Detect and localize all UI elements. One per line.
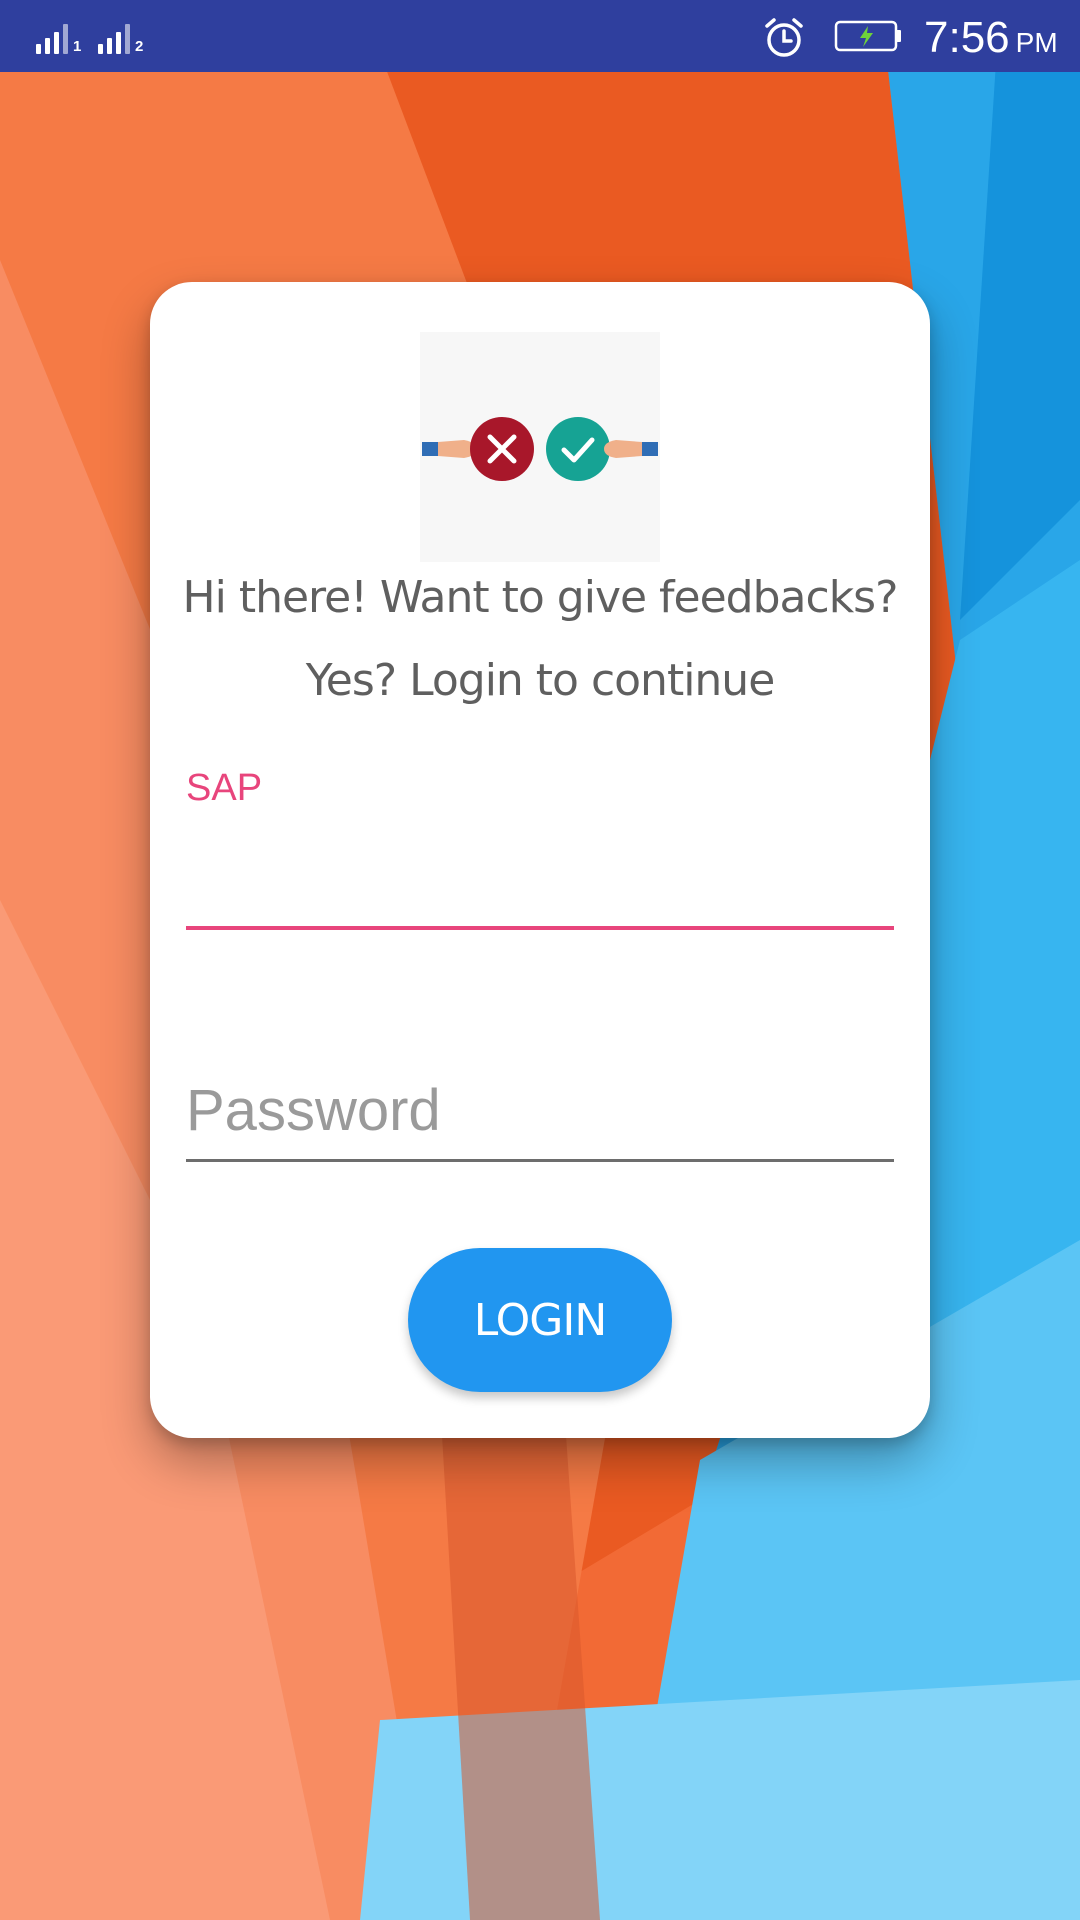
login-screen: 1 2 7:56 PM Hi there! Want to give feedb…	[0, 0, 1080, 1920]
login-button[interactable]: LOGIN	[408, 1248, 672, 1392]
login-card: Hi there! Want to give feedbacks? Yes? L…	[150, 282, 930, 1438]
feedback-yes-no-logo	[420, 332, 660, 562]
sim2-label: 2	[135, 38, 144, 55]
password-input[interactable]	[186, 1062, 894, 1162]
sap-input[interactable]	[186, 822, 894, 930]
alarm-clock-icon	[765, 18, 803, 57]
battery-charging-icon	[834, 20, 901, 52]
clock-time: 7:56	[924, 13, 1010, 62]
status-clock: 7:56 PM	[924, 10, 1058, 71]
status-bar: 1 2 7:56 PM	[0, 0, 1080, 72]
signal-strength-sim2-icon: 2	[98, 22, 143, 54]
headline-line-1: Hi there! Want to give feedbacks?	[182, 572, 899, 623]
headline-line-2: Yes? Login to continue	[305, 655, 776, 706]
sim1-label: 1	[73, 38, 82, 55]
sap-field-label: SAP	[186, 767, 263, 809]
signal-strength-sim1-icon: 1	[36, 22, 81, 54]
clock-ampm: PM	[1015, 27, 1058, 58]
